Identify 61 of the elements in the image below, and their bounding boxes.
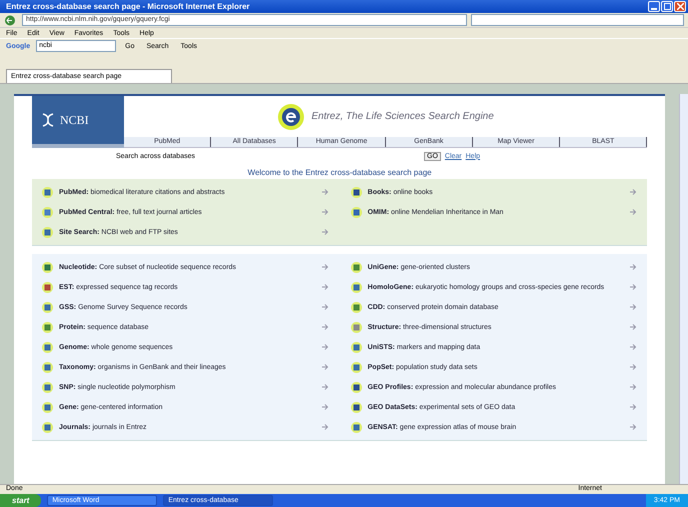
arrow-icon[interactable] xyxy=(320,283,329,291)
arrow-icon[interactable] xyxy=(320,383,329,391)
database-icon xyxy=(350,362,362,372)
arrow-icon[interactable] xyxy=(629,188,638,196)
database-icon xyxy=(350,422,362,432)
database-icon xyxy=(42,362,53,372)
helix-icon xyxy=(40,112,56,128)
back-icon[interactable] xyxy=(4,14,18,26)
scrollbar[interactable] xyxy=(679,94,688,484)
database-icon xyxy=(350,282,362,292)
logo-text: NCBI xyxy=(60,112,89,128)
maximize-icon xyxy=(664,3,670,10)
database-icon xyxy=(350,206,362,218)
arrow-icon[interactable] xyxy=(320,188,329,196)
arrow-icon[interactable] xyxy=(320,263,329,271)
window-title: Entrez cross-database search page - Microsoft Internet Explorer xyxy=(6,2,251,11)
database-icon xyxy=(350,186,362,198)
database-icon xyxy=(42,342,53,352)
database-icon xyxy=(42,226,53,238)
arrow-icon[interactable] xyxy=(629,303,638,311)
close-button[interactable] xyxy=(674,1,686,12)
database-icon xyxy=(350,322,362,332)
maximize-button[interactable] xyxy=(661,1,673,12)
database-icon xyxy=(42,186,53,198)
minimize-button[interactable] xyxy=(648,1,660,12)
database-icon xyxy=(350,262,362,272)
arrow-icon[interactable] xyxy=(320,228,329,236)
database-icon xyxy=(42,302,53,312)
database-icon xyxy=(42,422,53,432)
arrow-icon[interactable] xyxy=(320,403,329,411)
arrow-icon[interactable] xyxy=(629,208,638,216)
arrow-icon[interactable] xyxy=(320,303,329,311)
welcome-heading: Welcome to the Entrez cross-database search page xyxy=(246,168,433,177)
database-icon xyxy=(350,302,362,312)
arrow-icon[interactable] xyxy=(629,363,638,371)
database-icon xyxy=(350,342,362,352)
close-icon xyxy=(676,3,684,10)
arrow-icon[interactable] xyxy=(320,363,329,371)
database-icon xyxy=(42,382,53,392)
database-icon xyxy=(350,402,362,412)
arrow-icon[interactable] xyxy=(629,403,638,411)
database-icon xyxy=(42,322,53,332)
arrow-icon[interactable] xyxy=(320,208,329,216)
database-icon xyxy=(42,206,53,218)
arrow-icon[interactable] xyxy=(320,423,329,431)
database-icon xyxy=(42,282,53,292)
arrow-icon[interactable] xyxy=(629,383,638,391)
arrow-icon[interactable] xyxy=(629,323,638,331)
arrow-icon[interactable] xyxy=(320,343,329,351)
database-icon xyxy=(42,402,53,412)
search-field[interactable] xyxy=(471,14,684,26)
slogan: Entrez, The Life Sciences Search Engine xyxy=(311,111,494,122)
database-icon xyxy=(42,262,53,272)
start-button[interactable]: start xyxy=(0,494,42,507)
arrow-icon[interactable] xyxy=(629,423,638,431)
arrow-icon[interactable] xyxy=(320,323,329,331)
database-icon xyxy=(350,382,362,392)
arrow-icon[interactable] xyxy=(629,343,638,351)
entrez-logo-icon xyxy=(277,102,306,130)
arrow-icon[interactable] xyxy=(629,263,638,271)
arrow-icon[interactable] xyxy=(629,283,638,291)
